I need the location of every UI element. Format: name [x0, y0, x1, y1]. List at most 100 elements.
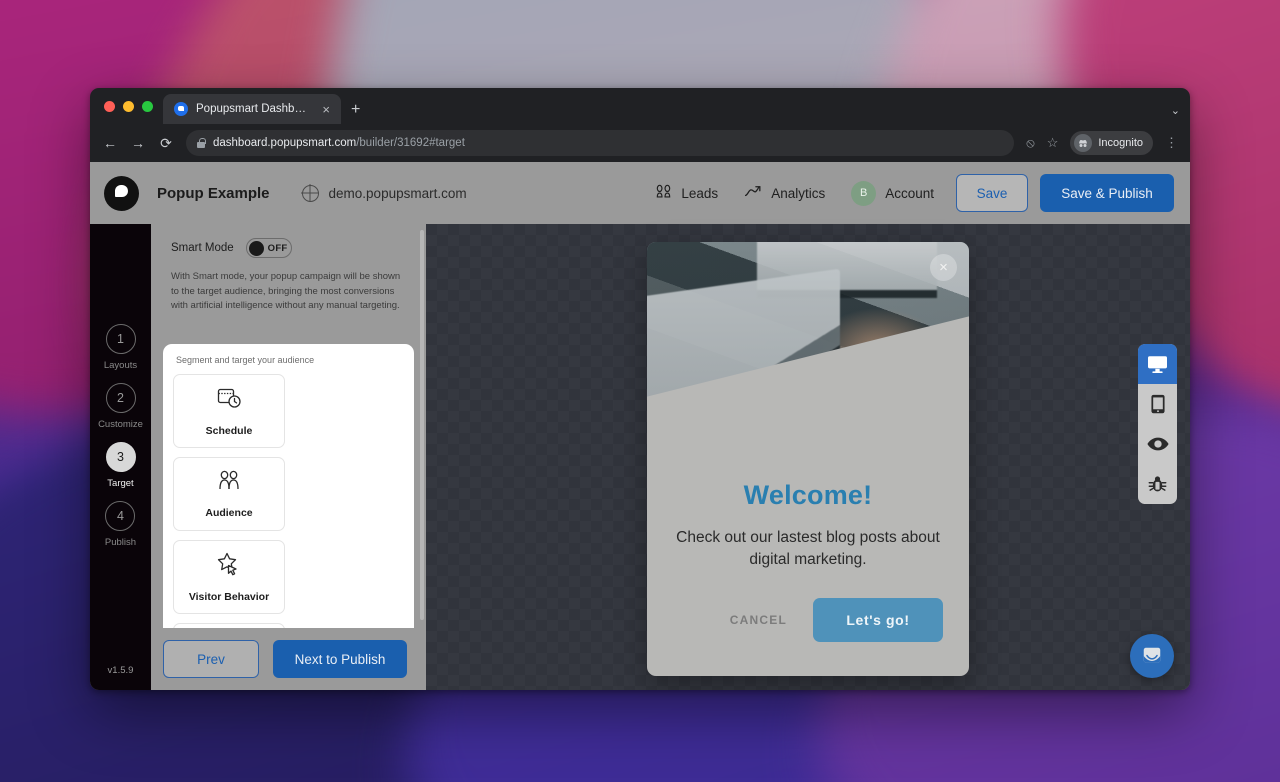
step-label: Layouts [103, 360, 138, 371]
calendar-clock-icon [216, 385, 242, 416]
popupsmart-app: Popup Example demo.popupsmart.com Leads … [90, 162, 1190, 690]
save-button[interactable]: Save [956, 174, 1028, 212]
save-and-publish-button[interactable]: Save & Publish [1040, 174, 1174, 212]
phone-icon [1150, 394, 1165, 414]
lock-icon [197, 138, 206, 148]
two-people-icon [216, 469, 242, 498]
account-label: Account [885, 185, 934, 201]
steps-rail: 1 Layouts 2 Customize 3 Target 4 Publish… [90, 224, 151, 690]
popup-body: Welcome! Check out our lastest blog post… [647, 452, 969, 676]
step-label: Customize [98, 419, 143, 430]
smart-mode-row: Smart Mode OFF [163, 224, 414, 258]
chat-launcher-button[interactable] [1130, 634, 1174, 678]
site-url-group[interactable]: demo.popupsmart.com [301, 184, 467, 202]
browser-tab[interactable]: Popupsmart Dashboard × [163, 94, 341, 124]
tile-label: Visitor Behavior [188, 591, 270, 603]
device-preview-button[interactable] [1138, 424, 1177, 464]
close-tab-icon[interactable]: × [319, 101, 333, 118]
prev-button[interactable]: Prev [163, 640, 259, 678]
segment-card-title: Segment and target your audience [176, 355, 315, 365]
people-icon [654, 183, 673, 203]
maximize-window-button[interactable] [142, 100, 153, 112]
panel-scrollbar[interactable] [420, 230, 424, 620]
next-to-publish-button[interactable]: Next to Publish [273, 640, 407, 678]
step-layouts[interactable]: 1 Layouts [104, 324, 137, 371]
new-tab-icon[interactable]: + [351, 102, 360, 118]
tile-schedule[interactable]: Schedule [173, 374, 285, 448]
monitor-icon [1148, 355, 1167, 373]
url-path: /builder/31692#target [356, 137, 465, 149]
popupsmart-favicon-icon [174, 102, 188, 116]
step-publish[interactable]: 4 Publish [105, 501, 136, 548]
panel-footer: Prev Next to Publish [151, 628, 426, 690]
preview-canvas: × Welcome! Check out our lastest blog po… [426, 224, 1190, 690]
site-url: demo.popupsmart.com [328, 185, 467, 201]
popup-hero-image [647, 242, 969, 452]
page-title: Popup Example [157, 184, 270, 202]
eye-icon [1146, 437, 1169, 451]
device-debug-button[interactable] [1138, 464, 1177, 504]
popup-cta-button[interactable]: Let's go! [813, 598, 943, 642]
smart-mode-toggle[interactable]: OFF [245, 238, 292, 258]
avatar: B [851, 180, 877, 206]
star-cursor-icon [216, 551, 242, 582]
device-desktop-button[interactable] [1138, 344, 1177, 384]
url-input[interactable]: dashboard.popupsmart.com/builder/31692#t… [186, 130, 1015, 156]
address-bar: ← → ⟳ dashboard.popupsmart.com/builder/3… [90, 124, 1190, 162]
profile-button[interactable]: Incognito [1070, 131, 1153, 155]
popup-preview: × Welcome! Check out our lastest blog po… [647, 242, 969, 676]
toggle-state-label: OFF [267, 242, 288, 254]
tile-label: Audience [205, 507, 253, 519]
minimize-window-button[interactable] [123, 100, 134, 112]
close-window-button[interactable] [104, 100, 115, 112]
analytics-link[interactable]: Analytics [744, 184, 825, 202]
forward-icon[interactable]: → [130, 135, 146, 151]
leads-label: Leads [681, 185, 719, 201]
profile-label: Incognito [1098, 137, 1143, 149]
tile-visitor-behavior[interactable]: Visitor Behavior [173, 540, 285, 614]
tab-strip: Popupsmart Dashboard × + ⌄ [90, 88, 1190, 124]
step-target[interactable]: 3 Target [105, 442, 136, 489]
version-label: v1.5.9 [107, 665, 134, 676]
back-icon[interactable]: ← [102, 135, 118, 151]
leads-link[interactable]: Leads [654, 183, 718, 203]
globe-icon [301, 184, 319, 202]
popup-description: Check out our lastest blog posts about d… [676, 529, 940, 569]
chevron-down-icon[interactable]: ⌄ [1171, 104, 1180, 117]
window-controls [102, 88, 163, 124]
reload-icon[interactable]: ⟳ [158, 135, 174, 152]
tab-title: Popupsmart Dashboard [196, 103, 312, 115]
analytics-label: Analytics [771, 185, 826, 201]
step-number: 2 [105, 383, 136, 413]
step-number: 3 [105, 442, 136, 472]
smart-mode-label: Smart Mode [171, 242, 234, 254]
browser-menu-icon[interactable]: ⋮ [1165, 135, 1178, 151]
tile-label: Schedule [205, 425, 253, 437]
app-header: Popup Example demo.popupsmart.com Leads … [90, 162, 1190, 224]
target-settings-panel: Smart Mode OFF With Smart mode, your pop… [151, 224, 426, 690]
blocked-icon[interactable]: ⦸ [1026, 135, 1034, 151]
trend-arrow-icon [744, 184, 763, 202]
device-mobile-button[interactable] [1138, 384, 1177, 424]
browser-window: Popupsmart Dashboard × + ⌄ ← → ⟳ dashboa… [90, 88, 1190, 690]
step-number: 4 [105, 501, 136, 531]
toggle-knob [248, 240, 264, 256]
tile-audience[interactable]: Audience [173, 457, 285, 531]
step-label: Target [107, 478, 134, 489]
step-customize[interactable]: 2 Customize [98, 383, 143, 430]
account-menu[interactable]: B Account [851, 180, 934, 206]
app-body: 1 Layouts 2 Customize 3 Target 4 Publish… [90, 224, 1190, 690]
popup-close-icon[interactable]: × [930, 254, 957, 281]
popup-cancel-button[interactable]: CANCEL [730, 613, 787, 627]
popup-actions: CANCEL Let's go! [673, 598, 943, 642]
step-label: Publish [104, 537, 137, 548]
smart-mode-description: With Smart mode, your popup campaign wil… [171, 271, 401, 312]
bug-icon [1148, 475, 1167, 491]
device-toolbar [1138, 344, 1177, 504]
popupsmart-logo-icon[interactable] [104, 175, 139, 211]
url-host: dashboard.popupsmart.com [213, 137, 357, 149]
intercom-chat-icon [1143, 647, 1161, 663]
bookmark-star-icon[interactable]: ☆ [1047, 135, 1059, 151]
incognito-hat-icon [1074, 134, 1093, 152]
popup-heading: Welcome! [743, 480, 873, 510]
